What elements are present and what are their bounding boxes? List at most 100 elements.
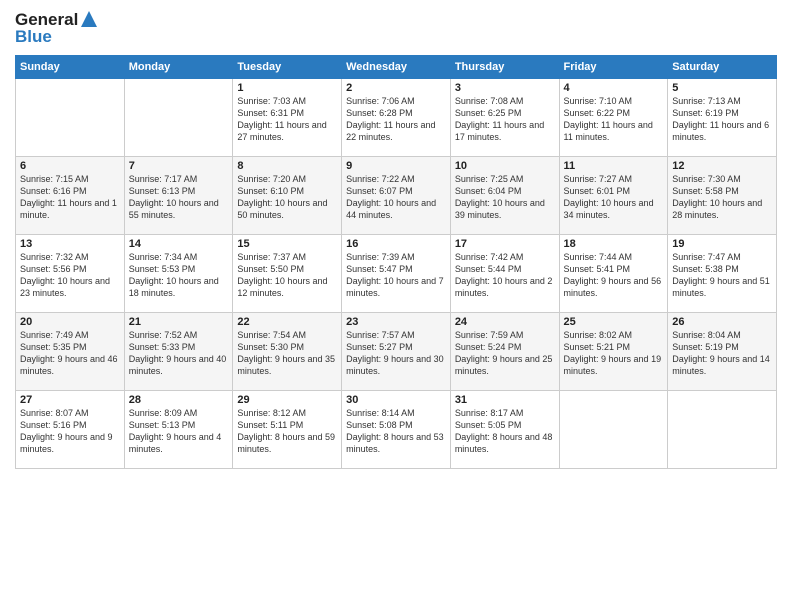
day-cell: 11Sunrise: 7:27 AMSunset: 6:01 PMDayligh… — [559, 157, 668, 235]
day-cell: 13Sunrise: 7:32 AMSunset: 5:56 PMDayligh… — [16, 235, 125, 313]
day-cell: 30Sunrise: 8:14 AMSunset: 5:08 PMDayligh… — [342, 391, 451, 469]
day-detail: Sunrise: 7:42 AMSunset: 5:44 PMDaylight:… — [455, 251, 555, 300]
day-detail: Sunrise: 8:07 AMSunset: 5:16 PMDaylight:… — [20, 407, 120, 456]
week-row-3: 20Sunrise: 7:49 AMSunset: 5:35 PMDayligh… — [16, 313, 777, 391]
day-number: 22 — [237, 316, 337, 328]
day-detail: Sunrise: 8:12 AMSunset: 5:11 PMDaylight:… — [237, 407, 337, 456]
day-cell: 25Sunrise: 8:02 AMSunset: 5:21 PMDayligh… — [559, 313, 668, 391]
weekday-monday: Monday — [124, 56, 233, 79]
weekday-friday: Friday — [559, 56, 668, 79]
day-cell: 16Sunrise: 7:39 AMSunset: 5:47 PMDayligh… — [342, 235, 451, 313]
day-detail: Sunrise: 7:54 AMSunset: 5:30 PMDaylight:… — [237, 329, 337, 378]
day-detail: Sunrise: 7:08 AMSunset: 6:25 PMDaylight:… — [455, 95, 555, 144]
day-cell: 7Sunrise: 7:17 AMSunset: 6:13 PMDaylight… — [124, 157, 233, 235]
day-cell: 4Sunrise: 7:10 AMSunset: 6:22 PMDaylight… — [559, 79, 668, 157]
day-number: 18 — [564, 238, 664, 250]
day-cell: 29Sunrise: 8:12 AMSunset: 5:11 PMDayligh… — [233, 391, 342, 469]
day-number: 23 — [346, 316, 446, 328]
day-cell: 3Sunrise: 7:08 AMSunset: 6:25 PMDaylight… — [450, 79, 559, 157]
day-detail: Sunrise: 8:17 AMSunset: 5:05 PMDaylight:… — [455, 407, 555, 456]
day-number: 20 — [20, 316, 120, 328]
day-number: 19 — [672, 238, 772, 250]
day-number: 10 — [455, 160, 555, 172]
day-detail: Sunrise: 7:34 AMSunset: 5:53 PMDaylight:… — [129, 251, 229, 300]
day-cell: 23Sunrise: 7:57 AMSunset: 5:27 PMDayligh… — [342, 313, 451, 391]
day-detail: Sunrise: 7:15 AMSunset: 6:16 PMDaylight:… — [20, 173, 120, 222]
day-cell — [668, 391, 777, 469]
day-cell: 8Sunrise: 7:20 AMSunset: 6:10 PMDaylight… — [233, 157, 342, 235]
day-detail: Sunrise: 8:04 AMSunset: 5:19 PMDaylight:… — [672, 329, 772, 378]
day-number: 31 — [455, 394, 555, 406]
day-cell: 2Sunrise: 7:06 AMSunset: 6:28 PMDaylight… — [342, 79, 451, 157]
day-cell: 27Sunrise: 8:07 AMSunset: 5:16 PMDayligh… — [16, 391, 125, 469]
logo: General Blue — [15, 10, 99, 47]
day-number: 27 — [20, 394, 120, 406]
day-cell: 20Sunrise: 7:49 AMSunset: 5:35 PMDayligh… — [16, 313, 125, 391]
day-number: 7 — [129, 160, 229, 172]
day-number: 8 — [237, 160, 337, 172]
day-detail: Sunrise: 7:39 AMSunset: 5:47 PMDaylight:… — [346, 251, 446, 300]
day-number: 16 — [346, 238, 446, 250]
day-cell: 6Sunrise: 7:15 AMSunset: 6:16 PMDaylight… — [16, 157, 125, 235]
logo-blue: Blue — [15, 27, 99, 47]
day-detail: Sunrise: 8:14 AMSunset: 5:08 PMDaylight:… — [346, 407, 446, 456]
day-detail: Sunrise: 7:27 AMSunset: 6:01 PMDaylight:… — [564, 173, 664, 222]
day-number: 17 — [455, 238, 555, 250]
day-number: 30 — [346, 394, 446, 406]
day-number: 24 — [455, 316, 555, 328]
day-detail: Sunrise: 7:17 AMSunset: 6:13 PMDaylight:… — [129, 173, 229, 222]
week-row-1: 6Sunrise: 7:15 AMSunset: 6:16 PMDaylight… — [16, 157, 777, 235]
day-number: 25 — [564, 316, 664, 328]
day-number: 12 — [672, 160, 772, 172]
day-cell: 10Sunrise: 7:25 AMSunset: 6:04 PMDayligh… — [450, 157, 559, 235]
calendar-table: SundayMondayTuesdayWednesdayThursdayFrid… — [15, 55, 777, 469]
day-cell: 26Sunrise: 8:04 AMSunset: 5:19 PMDayligh… — [668, 313, 777, 391]
day-detail: Sunrise: 7:32 AMSunset: 5:56 PMDaylight:… — [20, 251, 120, 300]
day-number: 13 — [20, 238, 120, 250]
day-detail: Sunrise: 7:10 AMSunset: 6:22 PMDaylight:… — [564, 95, 664, 144]
day-cell: 17Sunrise: 7:42 AMSunset: 5:44 PMDayligh… — [450, 235, 559, 313]
day-cell: 24Sunrise: 7:59 AMSunset: 5:24 PMDayligh… — [450, 313, 559, 391]
day-cell: 1Sunrise: 7:03 AMSunset: 6:31 PMDaylight… — [233, 79, 342, 157]
day-detail: Sunrise: 8:02 AMSunset: 5:21 PMDaylight:… — [564, 329, 664, 378]
day-number: 21 — [129, 316, 229, 328]
day-cell: 21Sunrise: 7:52 AMSunset: 5:33 PMDayligh… — [124, 313, 233, 391]
day-cell: 14Sunrise: 7:34 AMSunset: 5:53 PMDayligh… — [124, 235, 233, 313]
weekday-saturday: Saturday — [668, 56, 777, 79]
day-cell — [559, 391, 668, 469]
day-number: 4 — [564, 82, 664, 94]
day-detail: Sunrise: 7:06 AMSunset: 6:28 PMDaylight:… — [346, 95, 446, 144]
logo-icon — [79, 9, 99, 29]
day-number: 29 — [237, 394, 337, 406]
day-detail: Sunrise: 7:47 AMSunset: 5:38 PMDaylight:… — [672, 251, 772, 300]
weekday-header-row: SundayMondayTuesdayWednesdayThursdayFrid… — [16, 56, 777, 79]
day-number: 5 — [672, 82, 772, 94]
day-cell: 9Sunrise: 7:22 AMSunset: 6:07 PMDaylight… — [342, 157, 451, 235]
day-number: 9 — [346, 160, 446, 172]
day-detail: Sunrise: 7:03 AMSunset: 6:31 PMDaylight:… — [237, 95, 337, 144]
weekday-tuesday: Tuesday — [233, 56, 342, 79]
day-cell: 22Sunrise: 7:54 AMSunset: 5:30 PMDayligh… — [233, 313, 342, 391]
day-cell: 15Sunrise: 7:37 AMSunset: 5:50 PMDayligh… — [233, 235, 342, 313]
day-number: 15 — [237, 238, 337, 250]
day-number: 6 — [20, 160, 120, 172]
day-detail: Sunrise: 7:59 AMSunset: 5:24 PMDaylight:… — [455, 329, 555, 378]
day-detail: Sunrise: 7:13 AMSunset: 6:19 PMDaylight:… — [672, 95, 772, 144]
day-number: 3 — [455, 82, 555, 94]
weekday-sunday: Sunday — [16, 56, 125, 79]
day-cell: 28Sunrise: 8:09 AMSunset: 5:13 PMDayligh… — [124, 391, 233, 469]
day-cell: 12Sunrise: 7:30 AMSunset: 5:58 PMDayligh… — [668, 157, 777, 235]
day-number: 11 — [564, 160, 664, 172]
day-detail: Sunrise: 7:49 AMSunset: 5:35 PMDaylight:… — [20, 329, 120, 378]
day-number: 28 — [129, 394, 229, 406]
header: General Blue — [15, 10, 777, 47]
day-detail: Sunrise: 7:37 AMSunset: 5:50 PMDaylight:… — [237, 251, 337, 300]
day-cell — [16, 79, 125, 157]
day-number: 14 — [129, 238, 229, 250]
day-cell: 31Sunrise: 8:17 AMSunset: 5:05 PMDayligh… — [450, 391, 559, 469]
day-cell: 18Sunrise: 7:44 AMSunset: 5:41 PMDayligh… — [559, 235, 668, 313]
calendar-page: General Blue SundayMondayTuesdayWednesda… — [0, 0, 792, 612]
week-row-2: 13Sunrise: 7:32 AMSunset: 5:56 PMDayligh… — [16, 235, 777, 313]
weekday-thursday: Thursday — [450, 56, 559, 79]
week-row-0: 1Sunrise: 7:03 AMSunset: 6:31 PMDaylight… — [16, 79, 777, 157]
